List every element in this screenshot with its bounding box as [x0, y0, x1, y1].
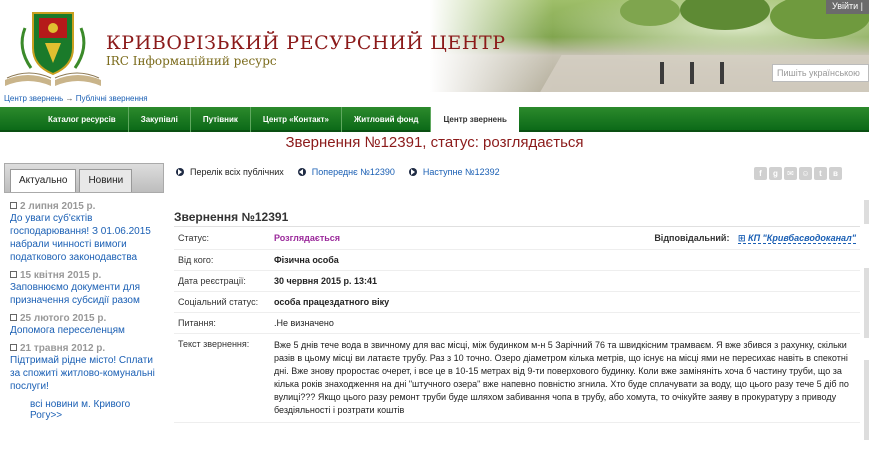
list-item: 2 липня 2015 р. До уваги суб'єктів госпо… [10, 201, 159, 264]
nav-item-housing-fund[interactable]: Житловий фонд [342, 107, 432, 132]
from-label: Від кого: [174, 249, 270, 271]
responsible-label: Відповідальний: [654, 233, 730, 243]
nav-item-procurement[interactable]: Закупівлі [129, 107, 191, 132]
from-value: Фізична особа [270, 249, 860, 271]
appeal-details-table: Статус: Розглядається Відповідальний: ⊞ … [174, 228, 860, 423]
question-value: .Не визначено [270, 312, 860, 334]
news-link[interactable]: До уваги суб'єктів господарювання! З 01.… [10, 212, 159, 264]
calendar-icon [10, 202, 17, 209]
news-list: 2 липня 2015 р. До уваги суб'єктів госпо… [4, 193, 164, 421]
status-badge: Розглядається [274, 233, 341, 243]
news-link[interactable]: Допомога переселенцям [10, 324, 159, 337]
news-date: 25 лютого 2015 р. [20, 313, 107, 324]
nav-item-appeals-center[interactable]: Центр звернень [431, 107, 519, 134]
calendar-icon [10, 344, 17, 351]
table-row: Питання: .Не визначено [174, 312, 860, 334]
table-row: Дата реєстрації: 30 червня 2015 р. 13:41 [174, 270, 860, 292]
list-item: 25 лютого 2015 р. Допомога переселенцям [10, 313, 159, 337]
responsible-link[interactable]: ⊞ КП "Кривбасводоканал" [737, 233, 856, 244]
date-label: Дата реєстрації: [174, 270, 270, 292]
appeal-pager: Перелік всіх публічних Попереднє №12390 … [176, 167, 500, 177]
date-value: 30 червня 2015 р. 13:41 [270, 270, 860, 292]
twitter-icon[interactable]: t [814, 167, 827, 180]
appeal-text-label: Текст звернення: [174, 333, 270, 423]
question-label: Питання: [174, 312, 270, 334]
vkontakte-icon[interactable]: в [829, 167, 842, 180]
social-status-label: Соціальний статус: [174, 291, 270, 313]
breadcrumb-item-appeals-center[interactable]: Центр звернень [4, 94, 63, 103]
login-link[interactable]: Увійти | [825, 0, 869, 14]
appeal-text: Вже 5 днів тече вода в звичному для вас … [270, 333, 860, 423]
side-panel-tab[interactable] [864, 360, 869, 440]
nav-item-contact-center[interactable]: Центр «Контакт» [251, 107, 342, 132]
city-emblem-logo[interactable] [3, 8, 103, 90]
side-panel-tab[interactable] [864, 268, 869, 338]
table-row: Соціальний статус: особа працездатного в… [174, 291, 860, 313]
google-plus-icon[interactable]: g [769, 167, 782, 180]
divider [174, 226, 860, 227]
news-sidebar: Актуально Новини 2 липня 2015 р. До уваг… [4, 163, 164, 474]
share-buttons: f g ✉ ☺ t в [754, 167, 842, 180]
breadcrumb-item-public-appeals[interactable]: Публічні звернення [76, 94, 148, 103]
site-title[interactable]: КРИВОРІЗЬКИЙ РЕСУРСНИЙ ЦЕНТР [106, 32, 506, 54]
facebook-icon[interactable]: f [754, 167, 767, 180]
tab-actual[interactable]: Актуально [10, 169, 77, 192]
organization-icon: ⊞ [737, 233, 749, 243]
news-link[interactable]: Заповнюємо документи для призначення суб… [10, 281, 159, 307]
table-row: Статус: Розглядається Відповідальний: ⊞ … [174, 228, 860, 250]
nav-item-guide[interactable]: Путівник [191, 107, 251, 132]
arrow-left-icon [297, 168, 306, 176]
appeal-title: Звернення №12391 [174, 210, 289, 224]
arrow-right-icon [408, 168, 417, 176]
list-item: 15 квітня 2015 р. Заповнюємо документи д… [10, 270, 159, 307]
all-news-link[interactable]: всі новини м. Кривого Рогу>> [30, 399, 159, 421]
mail-icon[interactable]: ✉ [784, 167, 797, 180]
list-all-public-link[interactable]: Перелік всіх публічних [176, 167, 284, 177]
nav-item-resource-catalog[interactable]: Каталог ресурсів [36, 107, 129, 132]
news-date: 2 липня 2015 р. [20, 201, 96, 212]
appeal-content: Перелік всіх публічних Попереднє №12390 … [174, 163, 860, 474]
calendar-icon [10, 314, 17, 321]
social-status-value: особа працездатного віку [270, 291, 860, 313]
table-row: Текст звернення: Вже 5 днів тече вода в … [174, 333, 860, 423]
site-header: Увійти | Пишіть українською КРИВОРІЗЬКИЙ… [0, 0, 869, 92]
status-label: Статус: [174, 228, 270, 250]
table-row: Від кого: Фізична особа [174, 249, 860, 271]
responsible: Відповідальний: ⊞ КП "Кривбасводоканал" [654, 233, 856, 244]
previous-appeal-link[interactable]: Попереднє №12390 [297, 167, 395, 177]
news-date: 21 травня 2012 р. [20, 343, 106, 354]
search-input[interactable]: Пишіть українською [772, 64, 869, 82]
sidebar-tabs: Актуально Новини [4, 163, 164, 193]
arrow-right-icon [176, 168, 184, 176]
odnoklassniki-icon[interactable]: ☺ [799, 167, 812, 180]
tab-news[interactable]: Новини [79, 169, 133, 192]
side-panel-tab[interactable] [864, 200, 869, 224]
list-item: 21 травня 2012 р. Підтримай рідне місто!… [10, 343, 159, 393]
page-title: Звернення №12391, статус: розглядається [285, 134, 584, 151]
site-subtitle: IRC Інформаційний ресурс [106, 54, 277, 68]
breadcrumb: Центр звернень → Публічні звернення [4, 94, 148, 103]
news-link[interactable]: Підтримай рідне місто! Сплати за спожиті… [10, 354, 159, 393]
news-date: 15 квітня 2015 р. [20, 270, 102, 281]
main-nav: Каталог ресурсів Закупівлі Путівник Цент… [0, 107, 869, 134]
next-appeal-link[interactable]: Наступне №12392 [408, 167, 500, 177]
breadcrumb-separator: → [65, 94, 74, 103]
calendar-icon [10, 271, 17, 278]
